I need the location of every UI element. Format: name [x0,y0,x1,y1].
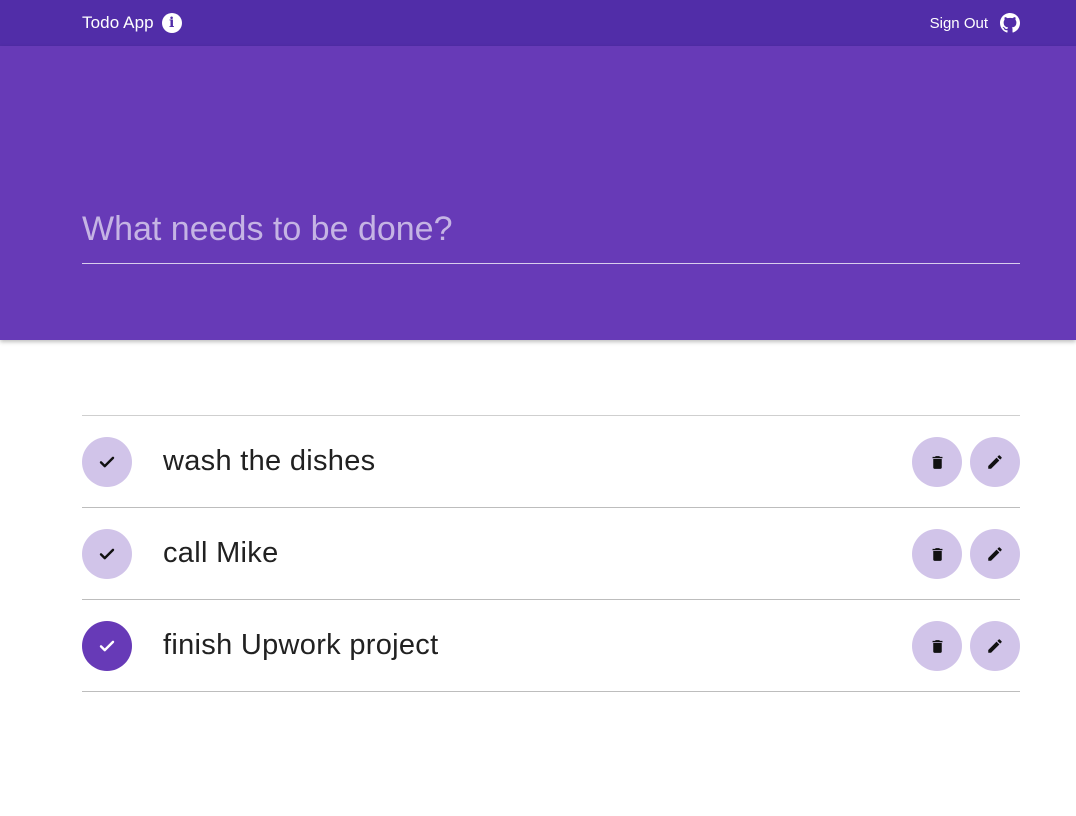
todo-item: call Mike [82,508,1020,600]
brand: Todo App i [82,0,182,46]
pencil-icon [988,639,1002,653]
sign-out-button[interactable]: Sign Out [930,15,988,32]
todo-actions [912,437,1020,487]
todo-actions [912,621,1020,671]
info-icon[interactable]: i [161,13,182,33]
trash-icon [932,639,942,653]
todo-actions [912,529,1020,579]
app-title: Todo App [82,13,154,32]
edit-button[interactable] [970,437,1020,487]
todo-text: finish Upwork project [163,629,439,661]
check-icon [99,640,115,652]
pencil-icon [988,455,1002,469]
todo-text: call Mike [163,537,279,569]
check-icon [99,456,115,468]
delete-button[interactable] [912,529,962,579]
check-icon [99,548,115,560]
github-icon[interactable] [1000,13,1020,33]
trash-icon [932,547,942,561]
header-actions: Sign Out [930,0,1020,46]
todo-item: finish Upwork project [82,600,1020,692]
complete-toggle-button[interactable] [82,621,132,671]
edit-button[interactable] [970,529,1020,579]
new-todo-panel [0,46,1076,340]
trash-icon [932,455,942,469]
complete-toggle-button[interactable] [82,437,132,487]
complete-toggle-button[interactable] [82,529,132,579]
delete-button[interactable] [912,437,962,487]
pencil-icon [988,547,1002,561]
todo-text: wash the dishes [163,445,376,477]
new-todo-input[interactable] [82,196,1020,264]
todo-list: wash the dishes call Mike finish Upwork … [82,415,1020,692]
delete-button[interactable] [912,621,962,671]
app-bar: Todo App i Sign Out [0,0,1076,46]
todo-item: wash the dishes [82,416,1020,508]
edit-button[interactable] [970,621,1020,671]
